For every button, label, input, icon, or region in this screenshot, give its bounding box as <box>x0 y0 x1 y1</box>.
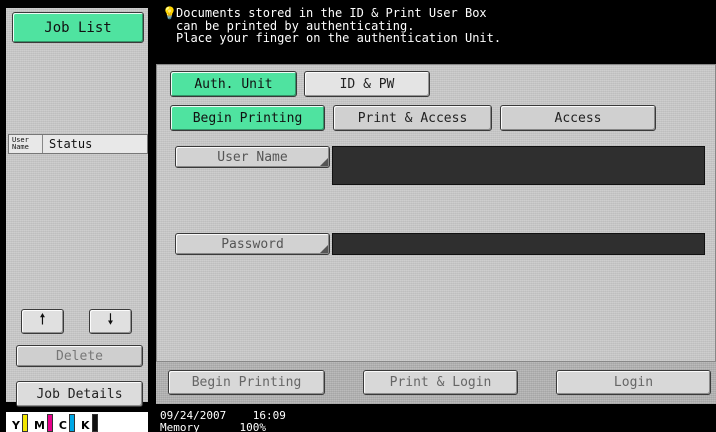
user-name-button[interactable]: User Name <box>175 146 330 168</box>
toner-bar-icon <box>91 414 98 432</box>
toner-bar-icon <box>46 414 53 432</box>
scroll-down-button[interactable]: 🠗 <box>89 309 132 334</box>
password-button[interactable]: Password <box>175 233 330 255</box>
job-list-header: User Name Status <box>8 134 148 154</box>
memory-value: 100% <box>239 421 267 432</box>
message-line-3: Place your finger on the authentication … <box>176 31 502 45</box>
job-list-area <box>8 154 148 304</box>
left-panel: Job List User Name Status 🠕 🠗 Delete Job… <box>0 0 152 432</box>
user-name-label: User Name <box>217 149 288 165</box>
delete-button[interactable]: Delete <box>16 345 143 367</box>
arrow-up-icon: 🠕 <box>39 310 46 328</box>
toner-letter: C <box>58 419 67 432</box>
login-button[interactable]: Login <box>556 370 711 395</box>
toner-k: K <box>81 414 98 432</box>
toner-m: M <box>34 414 53 432</box>
memory-label: Memory <box>160 421 200 432</box>
toner-letter: M <box>33 419 45 432</box>
toner-y: Y <box>12 414 28 432</box>
memory-line: Memory 100% <box>160 422 716 432</box>
tab-print-access[interactable]: Print & Access <box>333 105 492 131</box>
password-field[interactable] <box>332 233 705 255</box>
toner-letter: Y <box>12 419 20 432</box>
tab-access[interactable]: Access <box>500 105 656 131</box>
message-line-1: Documents stored in the ID & Print User … <box>176 6 487 20</box>
toner-level-indicator: YMC K <box>6 412 148 432</box>
tab-begin-printing[interactable]: Begin Printing <box>170 105 325 131</box>
scroll-up-button[interactable]: 🠕 <box>21 309 64 334</box>
lightbulb-icon: 💡 <box>162 6 177 20</box>
arrow-down-icon: 🠗 <box>107 310 114 328</box>
toner-bar-icon <box>69 414 75 432</box>
begin-printing-button[interactable]: Begin Printing <box>168 370 325 395</box>
message-area: 💡 Documents stored in the ID & Print Use… <box>158 0 716 62</box>
user-name-field[interactable] <box>332 146 705 185</box>
toner-c: C <box>59 414 75 432</box>
status-column-header: Status <box>49 137 93 151</box>
job-list-button[interactable]: Job List <box>12 12 144 43</box>
user-name-column-header: User Name <box>9 135 43 153</box>
toner-letter: K <box>81 419 90 432</box>
id-pw-button[interactable]: ID & PW <box>304 71 430 97</box>
corner-marker-icon <box>320 158 328 166</box>
auth-unit-button[interactable]: Auth. Unit <box>170 71 297 97</box>
corner-marker-icon <box>320 245 328 253</box>
job-details-button[interactable]: Job Details <box>16 381 143 407</box>
toner-bar-icon <box>21 414 28 432</box>
main-panel: Auth. Unit ID & PW Begin Printing Print … <box>156 64 716 404</box>
password-label: Password <box>221 236 284 252</box>
print-login-button[interactable]: Print & Login <box>363 370 518 395</box>
status-bar: 09/24/2007 16:09 Memory 100% <box>158 406 716 432</box>
